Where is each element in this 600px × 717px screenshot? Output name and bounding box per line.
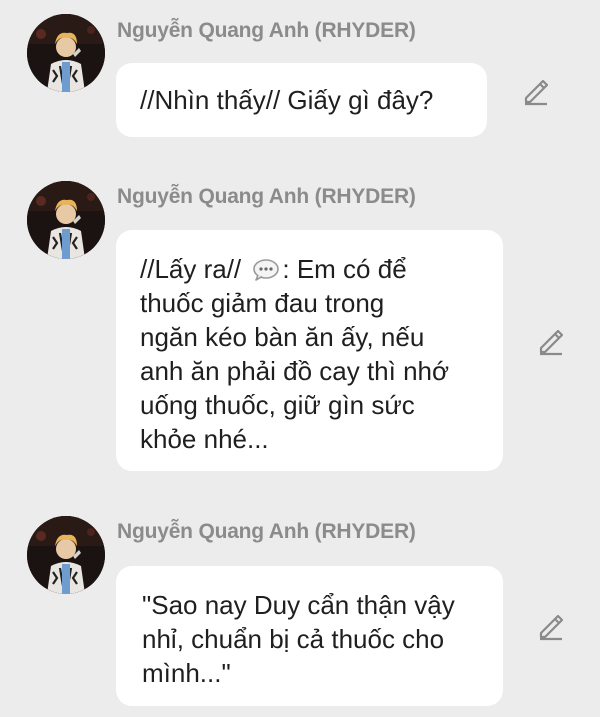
- chat-transcript: Nguyễn Quang Anh (RHYDER) //Nhìn thấy// …: [0, 0, 600, 717]
- message-bubble: //Lấy ra// : Em có để thuốc giảm đau tro…: [116, 230, 503, 471]
- message-text-before-icon: //Lấy ra//: [140, 254, 249, 284]
- pencil-edit-icon: [539, 614, 564, 641]
- pencil-edit-icon: [524, 79, 549, 106]
- sender-name: Nguyễn Quang Anh (RHYDER): [117, 520, 416, 543]
- message-text: //Lấy ra// : Em có để thuốc giảm đau tro…: [140, 252, 483, 456]
- avatar-photo: [27, 14, 105, 92]
- avatar-photo: [27, 181, 105, 259]
- edit-button[interactable]: [536, 611, 566, 641]
- message-text: //Nhìn thấy// Giấy gì đây?: [140, 85, 434, 115]
- edit-button[interactable]: [536, 326, 566, 356]
- avatar-photo: [27, 516, 105, 594]
- message-bubble: //Nhìn thấy// Giấy gì đây?: [116, 63, 487, 137]
- message-text: "Sao nay Duy cẩn thận vậy nhỉ, chuẩn bị …: [142, 590, 455, 688]
- avatar[interactable]: [27, 181, 105, 259]
- speech-bubble-ellipsis-icon: [253, 259, 280, 281]
- pencil-edit-icon: [539, 329, 564, 356]
- edit-button[interactable]: [521, 76, 551, 106]
- avatar[interactable]: [27, 14, 105, 92]
- message-bubble: "Sao nay Duy cẩn thận vậy nhỉ, chuẩn bị …: [116, 566, 503, 706]
- avatar[interactable]: [27, 516, 105, 594]
- sender-name: Nguyễn Quang Anh (RHYDER): [117, 19, 416, 42]
- message-text-after-icon: : Em có để thuốc giảm đau trong ngăn kéo…: [140, 254, 450, 454]
- sender-name: Nguyễn Quang Anh (RHYDER): [117, 185, 416, 208]
